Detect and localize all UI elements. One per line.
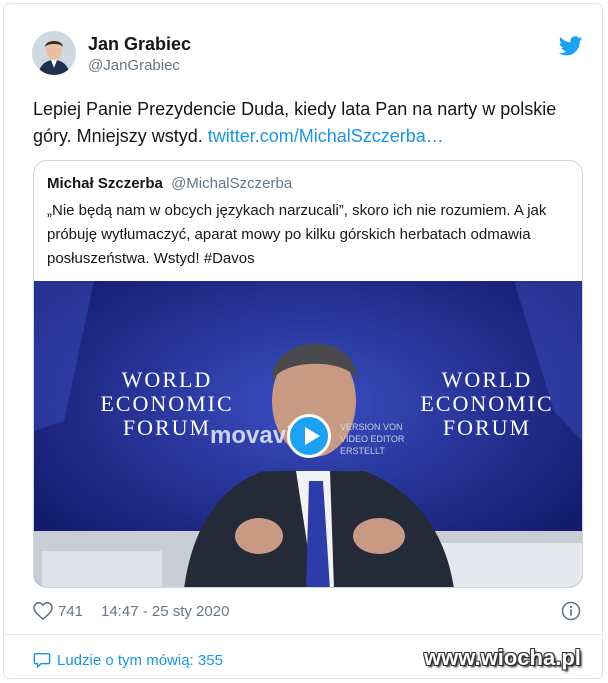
quoted-tweet-text: „Nie będą nam w obcych językach narzucal… bbox=[47, 202, 547, 267]
like-count: 741 bbox=[58, 603, 84, 620]
people-talking-text[interactable]: Ludzie o tym mówią: 355 bbox=[57, 652, 223, 669]
quoted-tweet-header: Michał Szczerba @MichalSzczerba bbox=[47, 175, 292, 192]
info-icon[interactable] bbox=[561, 601, 581, 621]
tweet-text: Lepiej Panie Prezydencie Duda, kiedy lat… bbox=[33, 96, 573, 150]
author-name[interactable]: Jan Grabiec bbox=[88, 34, 191, 55]
speech-bubble-icon bbox=[33, 652, 51, 669]
video-watermark-logo: movavi bbox=[210, 422, 293, 449]
author-handle[interactable]: @JanGrabiec bbox=[88, 57, 180, 74]
quoted-author-handle[interactable]: @MichalSzczerba bbox=[171, 175, 292, 192]
tweet-timestamp[interactable]: 14:47 - 25 sty 2020 bbox=[101, 603, 229, 620]
wef-right-label: WORLD ECONOMIC FORUM bbox=[420, 367, 554, 440]
quoted-tweet[interactable]: Michał Szczerba @MichalSzczerba „Nie będ… bbox=[33, 160, 583, 588]
tweet-card: Jan Grabiec @JanGrabiec Lepiej Panie Pre… bbox=[3, 3, 603, 679]
video-watermark-note: VERSION VON VIDEO EDITOR ERSTELLT bbox=[340, 422, 405, 456]
quoted-author-name[interactable]: Michał Szczerba bbox=[47, 175, 163, 192]
avatar-image bbox=[32, 31, 76, 75]
footer-divider bbox=[4, 634, 602, 635]
site-watermark: www.wiocha.pl bbox=[424, 645, 581, 670]
tweet-link[interactable]: twitter.com/MichalSzczerba… bbox=[208, 126, 444, 146]
play-button[interactable] bbox=[287, 414, 331, 458]
heart-icon[interactable] bbox=[33, 602, 53, 620]
video-player[interactable]: WORLD ECONOMIC FORUM WORLD ECONOMIC FORU… bbox=[34, 281, 582, 587]
twitter-bird-icon[interactable] bbox=[559, 34, 583, 58]
avatar[interactable] bbox=[32, 31, 76, 75]
